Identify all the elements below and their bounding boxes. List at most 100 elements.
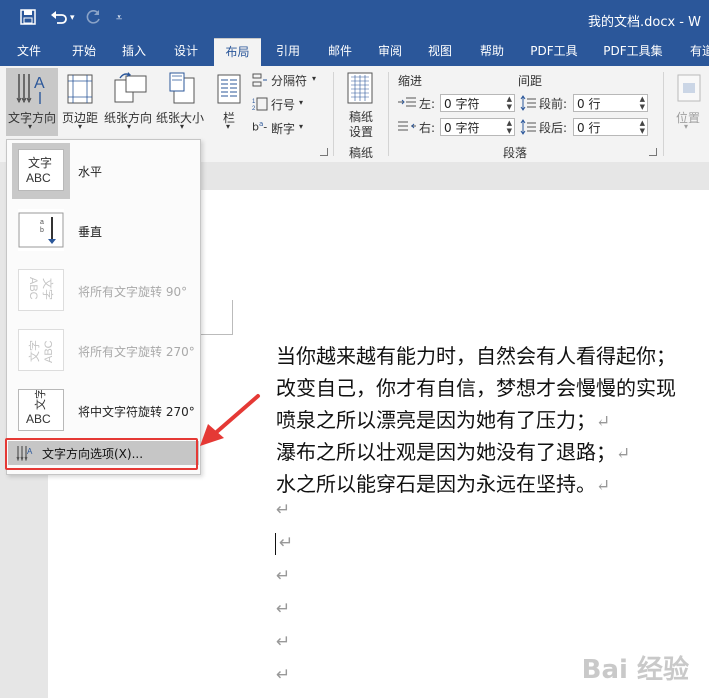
manuscript-icon [347,72,373,107]
svg-text:1: 1 [252,99,256,105]
chevron-down-icon: ▾ [299,122,304,131]
spin-arrows-icon[interactable]: ▲ ▼ [640,119,645,135]
redo-icon[interactable] [86,9,102,29]
chevron-down-icon: ▾ [78,122,83,131]
menu-item-horizontal[interactable]: 文字 ABC 水平 [8,141,199,201]
text-cursor [275,533,276,555]
spacing-before-icon [520,95,536,114]
tab-youdao[interactable]: 有道 [682,38,709,66]
red-arrow-icon [200,394,260,446]
undo-dropdown-icon[interactable]: ▾ [70,13,75,23]
svg-text:b: b [40,227,44,234]
menu-item-label: 垂直 [78,225,103,239]
indent-left-icon [398,97,416,112]
chevron-down-icon: ▾ [299,98,304,107]
svg-text:文字: 文字 [41,278,55,300]
svg-text:文字: 文字 [33,390,47,410]
manuscript-settings-line2: 设置 [349,125,374,139]
spin-arrows-icon[interactable]: ▲ ▼ [640,95,645,111]
menu-item-rotate-90[interactable]: 文字 ABC 将所有文字旋转 90° [8,261,199,321]
tab-help[interactable]: 帮助 [472,38,512,66]
manuscript-group-label: 稿纸 [349,146,374,160]
tab-view[interactable]: 视图 [420,38,460,66]
tab-mailings[interactable]: 邮件 [320,38,360,66]
ribbon-separator [388,72,389,156]
spacing-after-input[interactable]: 0 行 ▲ ▼ [573,118,648,136]
tab-file[interactable]: 文件 [8,38,50,66]
paragraph-mark-icon: ↵ [276,599,291,619]
undo-icon[interactable] [50,9,68,29]
ribbon-tabs: 文件 开始 插入 设计 布局 引用 邮件 审阅 视图 帮助 PDF工具 PDF工… [0,38,709,67]
text-direction-icon: A [15,72,49,109]
document-title: 我的文档.docx - W [588,15,701,30]
indent-left-value: 0 字符 [444,97,480,111]
document-line[interactable]: 水之所以能穿石是因为永远在坚持。↵ [276,468,610,497]
tab-review[interactable]: 审阅 [370,38,410,66]
svg-text:文字: 文字 [28,155,52,170]
svg-text:ABC: ABC [26,412,51,426]
paragraph-mark-icon: ↵ [276,665,291,685]
paper-size-icon [168,72,196,107]
spacing-after-value: 0 行 [577,121,601,135]
indent-title: 缩进 [398,74,423,88]
chevron-down-icon: ▾ [180,122,185,131]
menu-item-rotate-asian-270[interactable]: 文字 ABC 将中文字符旋转 270° [8,381,199,441]
tab-design[interactable]: 设计 [166,38,206,66]
line-numbers-button[interactable]: 行号 [271,96,295,113]
line-numbers-icon: 12 [252,97,268,114]
svg-text:A: A [34,75,45,92]
tab-references[interactable]: 引用 [268,38,308,66]
chevron-down-icon: ▾ [226,122,231,131]
menu-item-vertical[interactable]: ab 垂直 [8,201,199,261]
paragraph-group-label: 段落 [503,146,528,160]
menu-item-label: 将中文字符旋转 270° [78,405,195,419]
svg-text:ABC: ABC [27,277,39,300]
document-line[interactable]: 改变自己，你才有自信，梦想才会慢慢的实现 [276,372,676,401]
document-line[interactable]: 当你越来越有能力时，自然会有人看得起你； [276,340,676,369]
margins-icon [67,74,93,107]
tab-home[interactable]: 开始 [64,38,104,66]
spacing-before-value: 0 行 [577,97,601,111]
columns-icon [217,74,241,107]
spin-arrows-icon[interactable]: ▲ ▼ [507,95,512,111]
paragraph-dialog-launcher[interactable] [649,148,657,156]
ribbon-separator [663,72,664,156]
tab-layout[interactable]: 布局 [214,38,261,67]
paragraph-mark-icon: ↵ [276,500,291,520]
tab-insert[interactable]: 插入 [114,38,154,66]
svg-text:文字: 文字 [27,340,41,362]
spacing-after-label: 段后: [539,121,568,135]
horizontal-text-icon: 文字 ABC [18,149,64,191]
customize-icon[interactable]: ⩡ [116,11,122,25]
document-line[interactable]: 瀑布之所以壮观是因为她没有了退路；↵ [276,436,630,465]
document-line[interactable]: 喷泉之所以漂亮是因为她有了压力；↵ [276,404,610,433]
paragraph-mark-icon: ↵ [276,632,291,652]
svg-text:a: a [40,219,44,226]
chevron-down-icon: ▾ [28,122,33,131]
spin-arrows-icon[interactable]: ▲ ▼ [507,119,512,135]
spacing-before-label: 段前: [539,97,568,111]
indent-right-icon [398,121,416,136]
tab-pdf-tools[interactable]: PDF工具 [524,38,584,66]
breaks-button[interactable]: 分隔符 [271,72,307,89]
spacing-before-input[interactable]: 0 行 ▲ ▼ [573,94,648,112]
indent-left-input[interactable]: 0 字符 ▲ ▼ [440,94,515,112]
page-setup-dialog-launcher[interactable] [320,148,328,156]
tab-pdf-toolkit[interactable]: PDF工具集 [598,38,668,66]
paragraph-mark-icon: ↵ [616,444,631,464]
menu-item-label: 水平 [78,165,103,179]
breaks-icon [252,73,268,90]
rotate-90-icon: 文字 ABC [18,269,64,311]
save-icon[interactable] [20,9,36,29]
chevron-down-icon: ▾ [127,122,132,131]
chevron-down-icon: ▾ [312,74,317,83]
spacing-title: 间距 [518,74,543,88]
title-bar: ▾ ⩡ 我的文档.docx - W [0,0,709,38]
menu-item-rotate-270[interactable]: 文字 ABC 将所有文字旋转 270° [8,321,199,381]
ribbon-separator [333,72,334,156]
indent-right-input[interactable]: 0 字符 ▲ ▼ [440,118,515,136]
indent-right-value: 0 字符 [444,121,480,135]
highlight-box [5,438,198,470]
hyphenation-button[interactable]: 断字 [271,120,295,137]
paragraph-mark-icon: ↵ [276,566,291,586]
